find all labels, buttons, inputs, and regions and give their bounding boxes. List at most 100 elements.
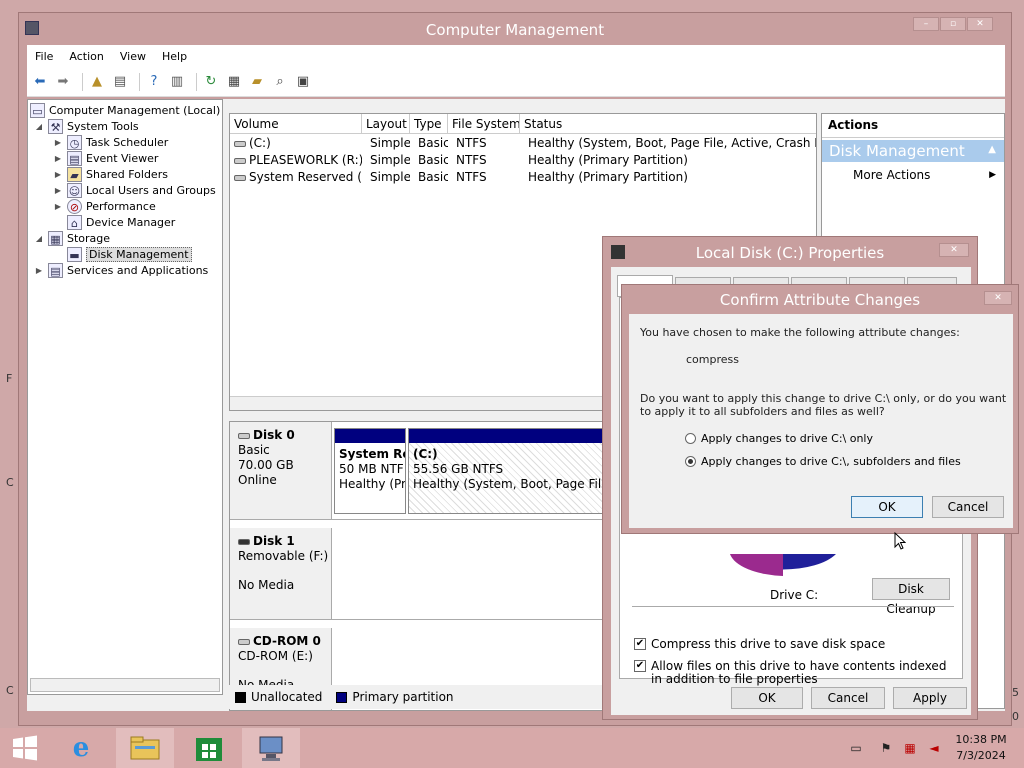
expand-arrow-icon[interactable]: ▶: [53, 138, 63, 147]
volume-name-cell: System Reserved (D:): [230, 169, 362, 186]
disk-row-disk-0[interactable]: Disk 0 Basic 70.00 GB Online System Re 5…: [230, 422, 616, 520]
apply-subfolders-radio[interactable]: [685, 456, 696, 467]
disk-1-label[interactable]: Disk 1 Removable (F:) No Media: [230, 528, 332, 619]
allow-indexing-checkbox[interactable]: ✔: [634, 660, 646, 672]
expand-arrow-icon[interactable]: ▶: [53, 202, 63, 211]
actions-section-disk-management[interactable]: Disk Management ▲: [822, 140, 1004, 162]
expand-arrow-icon[interactable]: ▶: [34, 266, 44, 275]
allow-indexing-checkbox-row[interactable]: ✔ Allow files on this drive to have cont…: [634, 660, 952, 686]
disk-icon: [238, 432, 250, 439]
maximize-button[interactable]: ▫: [940, 17, 966, 31]
performance-icon: ⊘: [67, 198, 82, 214]
volume-row[interactable]: (C:) Simple Basic NTFS Healthy (System, …: [230, 135, 816, 152]
tree-item-local-users[interactable]: ▶ ☺ Local Users and Groups: [53, 182, 216, 198]
tree-item-system-tools[interactable]: ◢ ⚒ System Tools: [34, 118, 139, 134]
disk-0-label[interactable]: Disk 0 Basic 70.00 GB Online: [230, 422, 332, 519]
menu-help[interactable]: Help: [154, 50, 195, 63]
partition-c-drive[interactable]: (C:) 55.56 GB NTFS Healthy (System, Boot…: [408, 428, 614, 514]
apply-drive-only-radio[interactable]: [685, 433, 696, 444]
tree-item-event-viewer[interactable]: ▶ ▤ Event Viewer: [53, 150, 158, 166]
tree-item-root[interactable]: ▭ Computer Management (Local): [30, 102, 220, 118]
taskbar-internet-explorer[interactable]: e: [52, 728, 110, 768]
drive-icon: [234, 174, 246, 181]
status-cell: Healthy (System, Boot, Page File, Active…: [528, 136, 816, 150]
main-titlebar[interactable]: Computer Management – ▫ ✕: [19, 13, 1011, 45]
confirm-dialog-title: Confirm Attribute Changes: [719, 291, 921, 309]
show-hide-tree-icon[interactable]: ▤: [111, 73, 129, 91]
show-hide-action-pane-icon[interactable]: ▥: [168, 73, 186, 91]
volume-muted-icon[interactable]: ◄: [926, 740, 942, 756]
tree-item-disk-management[interactable]: ▬ Disk Management: [67, 246, 192, 262]
column-header-layout[interactable]: Layout: [362, 114, 410, 134]
back-arrow-icon[interactable]: ⬅: [31, 73, 49, 91]
taskbar-computer-management[interactable]: [242, 728, 300, 768]
tree-item-storage[interactable]: ◢ ▦ Storage: [34, 230, 110, 246]
column-header-type[interactable]: Type: [410, 114, 448, 134]
compress-drive-checkbox[interactable]: ✔: [634, 638, 646, 650]
confirm-close-button[interactable]: ✕: [984, 291, 1012, 305]
collapse-arrow-icon[interactable]: ◢: [34, 234, 44, 243]
volume-row[interactable]: PLEASEWORLK (R:) Simple Basic NTFS Healt…: [230, 152, 816, 169]
confirm-attribute-changes-dialog: Confirm Attribute Changes ✕ You have cho…: [621, 284, 1019, 534]
disk-cleanup-button[interactable]: Disk Cleanup: [872, 578, 950, 616]
apply-drive-only-option[interactable]: Apply changes to drive C:\ only: [685, 432, 873, 445]
help-icon[interactable]: ?: [145, 73, 163, 91]
disk-properties-icon[interactable]: ▣: [294, 73, 312, 91]
taskbar-store[interactable]: [180, 728, 238, 768]
taskbar-clock[interactable]: 10:38 PM 7/3/2024: [944, 732, 1018, 764]
column-header-file-system[interactable]: File System: [448, 114, 520, 134]
tree-item-services-applications[interactable]: ▶ ▤ Services and Applications: [34, 262, 208, 278]
menu-bar: File Action View Help: [27, 45, 1005, 67]
action-center-flag-icon[interactable]: ⚑: [878, 740, 894, 756]
tree-horizontal-scrollbar[interactable]: [30, 678, 220, 692]
column-header-volume[interactable]: Volume: [230, 114, 362, 134]
close-button[interactable]: ✕: [967, 17, 993, 31]
menu-file[interactable]: File: [27, 50, 61, 63]
compress-drive-checkbox-row[interactable]: ✔ Compress this drive to save disk space: [634, 638, 885, 651]
up-folder-icon[interactable]: ▲: [88, 73, 106, 91]
open-folder-icon[interactable]: ▰: [248, 73, 266, 91]
properties-apply-button[interactable]: Apply: [893, 687, 967, 709]
confirm-intro-text: You have chosen to make the following at…: [640, 326, 960, 339]
confirm-cancel-button[interactable]: Cancel: [932, 496, 1004, 518]
refresh-icon[interactable]: ↻: [202, 73, 220, 91]
network-icon[interactable]: ▦: [902, 740, 918, 756]
confirm-change-text: compress: [686, 353, 739, 366]
search-icon[interactable]: ⌕: [271, 73, 289, 91]
tree-item-task-scheduler[interactable]: ▶ ◷ Task Scheduler: [53, 134, 168, 150]
partition-color-bar: [409, 429, 613, 443]
column-header-status[interactable]: Status: [520, 114, 816, 134]
tree-item-shared-folders[interactable]: ▶ ▰ Shared Folders: [53, 166, 168, 182]
confirm-ok-button[interactable]: OK: [851, 496, 923, 518]
disk-row-disk-1[interactable]: Disk 1 Removable (F:) No Media: [230, 528, 616, 620]
forward-arrow-icon[interactable]: ➡: [54, 73, 72, 91]
legend-swatch-unallocated: [235, 691, 246, 703]
volume-row[interactable]: System Reserved (D:) Simple Basic NTFS H…: [230, 169, 816, 186]
collapse-up-icon[interactable]: ▲: [988, 144, 996, 155]
collapse-arrow-icon[interactable]: ◢: [34, 122, 44, 131]
menu-view[interactable]: View: [112, 50, 154, 63]
minimize-button[interactable]: –: [913, 17, 939, 31]
properties-icon[interactable]: ▦: [225, 73, 243, 91]
partition-system-reserved[interactable]: System Re 50 MB NTF Healthy (Pr: [334, 428, 406, 514]
drive-icon: [234, 157, 246, 164]
properties-close-button[interactable]: ✕: [939, 243, 969, 257]
start-button[interactable]: [0, 728, 50, 768]
store-icon: [196, 738, 222, 761]
expand-arrow-icon[interactable]: ▶: [53, 186, 63, 195]
desktop-edge-text: 5: [1012, 686, 1019, 699]
taskbar-file-explorer[interactable]: [116, 728, 174, 768]
file-system-cell: NTFS: [456, 153, 487, 167]
tree-item-device-manager[interactable]: ⌂ Device Manager: [67, 214, 175, 230]
apply-subfolders-option[interactable]: Apply changes to drive C:\, subfolders a…: [685, 455, 961, 468]
properties-cancel-button[interactable]: Cancel: [811, 687, 885, 709]
properties-ok-button[interactable]: OK: [731, 687, 803, 709]
expand-arrow-icon[interactable]: ▶: [53, 154, 63, 163]
tray-show-hidden-icon[interactable]: ▭: [848, 740, 864, 756]
menu-action[interactable]: Action: [61, 50, 111, 63]
file-system-cell: NTFS: [456, 170, 487, 184]
tree-item-performance[interactable]: ▶ ⊘ Performance: [53, 198, 156, 214]
more-actions-item[interactable]: More Actions ▶: [822, 166, 1004, 184]
windows-logo-icon: [13, 735, 37, 761]
expand-arrow-icon[interactable]: ▶: [53, 170, 63, 179]
